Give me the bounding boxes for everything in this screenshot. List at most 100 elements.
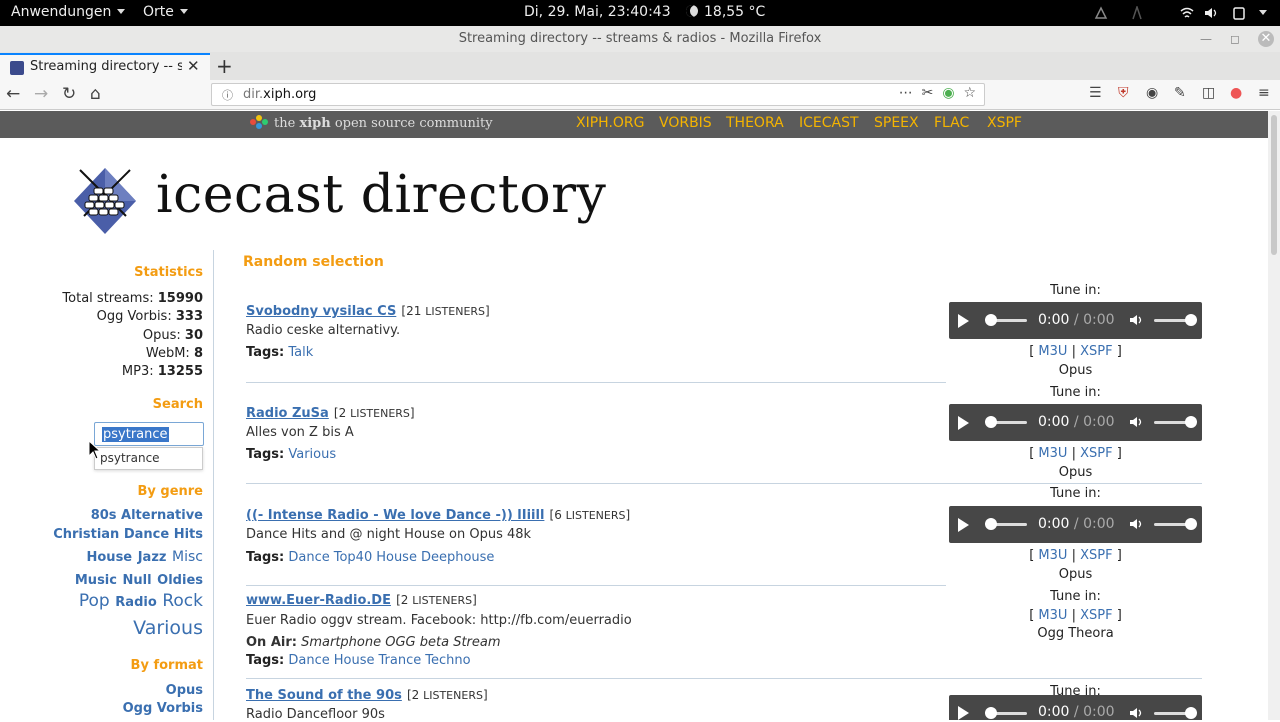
tag-link[interactable]: Dance (288, 653, 329, 668)
sidebar-toggle-icon[interactable]: ◫ (1202, 85, 1215, 101)
stream-name-link[interactable]: The Sound of the 90s (246, 688, 402, 703)
tray-accessibility-icon[interactable] (1130, 6, 1144, 20)
url-bar[interactable]: ⓘ dir.xiph.org ⋯ ✂ ◉ ☆ (211, 83, 985, 106)
xspf-link[interactable]: XSPF (1080, 344, 1112, 359)
genre-radio[interactable]: Radio (115, 595, 156, 610)
genre-rock[interactable]: Rock (162, 591, 203, 611)
places-menu[interactable]: Orte (143, 4, 188, 20)
back-icon[interactable]: ← (6, 84, 20, 104)
xiph-community-link[interactable]: the xiph open source community (250, 115, 493, 131)
new-tab-icon[interactable]: + (216, 54, 233, 78)
genre-house[interactable]: House (87, 550, 133, 565)
browser-tab[interactable]: Streaming directory -- streams & radios … (0, 53, 210, 80)
play-icon[interactable] (958, 416, 969, 430)
mute-icon[interactable] (1129, 415, 1143, 429)
link-vorbis[interactable]: VORBIS (659, 115, 712, 131)
genre-music[interactable]: Music (75, 573, 117, 588)
page-actions-icon[interactable]: ⋯ (899, 85, 913, 101)
link-theora[interactable]: THEORA (726, 115, 784, 131)
screenshot-icon[interactable]: ✂ (922, 85, 934, 101)
xspf-link[interactable]: XSPF (1080, 608, 1112, 623)
tag-link[interactable]: Deephouse (421, 550, 494, 565)
seek-handle[interactable] (985, 314, 997, 326)
format-opus[interactable]: Opus (166, 683, 203, 698)
mute-icon[interactable] (1129, 313, 1143, 327)
minimize-icon[interactable]: — (1200, 26, 1212, 52)
genre-various[interactable]: Various (133, 617, 203, 639)
link-xspf[interactable]: XSPF (987, 115, 1022, 131)
seek-handle[interactable] (985, 707, 997, 719)
close-window-icon[interactable]: ✕ (1258, 31, 1274, 47)
tag-link[interactable]: House (334, 653, 375, 668)
site-info-icon[interactable]: ⓘ (222, 87, 233, 103)
forward-icon[interactable]: → (34, 84, 48, 104)
site-title[interactable]: icecast directory (156, 165, 606, 225)
icecast-logo-icon[interactable] (72, 166, 138, 236)
stream-name-link[interactable]: Svobodny vysilac CS (246, 304, 396, 319)
m3u-link[interactable]: M3U (1038, 446, 1067, 461)
maximize-icon[interactable]: ◻ (1230, 26, 1240, 52)
play-icon[interactable] (958, 518, 969, 532)
battery-icon[interactable] (1232, 6, 1246, 20)
xspf-link[interactable]: XSPF (1080, 548, 1112, 563)
search-input[interactable]: psytrance (94, 422, 204, 446)
tag-link[interactable]: House (376, 550, 417, 565)
genre-null[interactable]: Null (123, 573, 152, 588)
stream-name-link[interactable]: www.Euer-Radio.DE (246, 593, 391, 608)
tag-link[interactable]: Talk (288, 345, 313, 360)
autocomplete-option[interactable]: psytrance (100, 451, 160, 465)
play-icon[interactable] (958, 314, 969, 328)
link-icecast[interactable]: ICECAST (799, 115, 859, 131)
library-icon[interactable]: ☰ (1089, 85, 1102, 101)
seek-handle[interactable] (985, 416, 997, 428)
tag-link[interactable]: Top40 (334, 550, 372, 565)
genre-misc[interactable]: Misc (172, 549, 203, 565)
xspf-link[interactable]: XSPF (1080, 446, 1112, 461)
system-menu-arrow[interactable] (1259, 5, 1267, 21)
format-ogg-vorbis[interactable]: Ogg Vorbis (123, 701, 203, 716)
stream-name-link[interactable]: Radio ZuSa (246, 406, 329, 421)
genre-80s-alternative[interactable]: 80s Alternative (91, 508, 203, 523)
mute-icon[interactable] (1129, 706, 1143, 720)
privacy-extension-icon[interactable]: ◉ (1146, 85, 1158, 101)
tray-app-icon[interactable] (1094, 6, 1108, 20)
mute-icon[interactable] (1129, 517, 1143, 531)
genre-pop[interactable]: Pop (79, 591, 110, 611)
m3u-link[interactable]: M3U (1038, 344, 1067, 359)
addon-icon[interactable]: ● (1230, 85, 1242, 101)
hamburger-menu-icon[interactable]: ≡ (1258, 85, 1270, 101)
extension-icon[interactable]: ◉ (942, 85, 954, 101)
page-scrollbar[interactable] (1268, 111, 1280, 720)
tag-link[interactable]: Techno (425, 653, 470, 668)
weather-indicator[interactable]: 18,55 °C (686, 4, 765, 20)
tag-link[interactable]: Trance (378, 653, 421, 668)
volume-handle[interactable] (1185, 314, 1197, 326)
m3u-link[interactable]: M3U (1038, 608, 1067, 623)
volume-handle[interactable] (1185, 518, 1197, 530)
stream-name-link[interactable]: ((- Intense Radio - We love Dance -)) lI… (246, 508, 544, 523)
bookmark-star-icon[interactable]: ☆ (963, 85, 976, 101)
scrollbar-thumb[interactable] (1271, 115, 1277, 255)
m3u-link[interactable]: M3U (1038, 548, 1067, 563)
home-icon[interactable]: ⌂ (90, 84, 101, 104)
genre-oldies[interactable]: Oldies (157, 573, 203, 588)
applications-menu[interactable]: Anwendungen (11, 4, 126, 20)
volume-handle[interactable] (1185, 416, 1197, 428)
clock[interactable]: Di, 29. Mai, 23:40:43 (524, 4, 671, 20)
link-speex[interactable]: SPEEX (874, 115, 919, 131)
ublock-icon[interactable]: ⛨ (1118, 85, 1129, 101)
volume-handle[interactable] (1185, 707, 1197, 719)
translate-extension-icon[interactable]: ✎ (1174, 85, 1186, 101)
seek-handle[interactable] (985, 518, 997, 530)
close-tab-icon[interactable]: ✕ (187, 57, 200, 75)
volume-icon[interactable] (1204, 6, 1218, 20)
reload-icon[interactable]: ↻ (62, 84, 76, 104)
tag-link[interactable]: Dance (288, 550, 329, 565)
play-icon[interactable] (958, 706, 969, 720)
wifi-icon[interactable] (1180, 6, 1194, 20)
genre-jazz[interactable]: Jazz (138, 550, 167, 565)
genre-christian-dance-hits[interactable]: Christian Dance Hits (53, 527, 203, 542)
tag-link[interactable]: Various (288, 447, 336, 462)
link-flac[interactable]: FLAC (934, 115, 969, 131)
link-xiph-org[interactable]: XIPH.ORG (576, 115, 645, 131)
